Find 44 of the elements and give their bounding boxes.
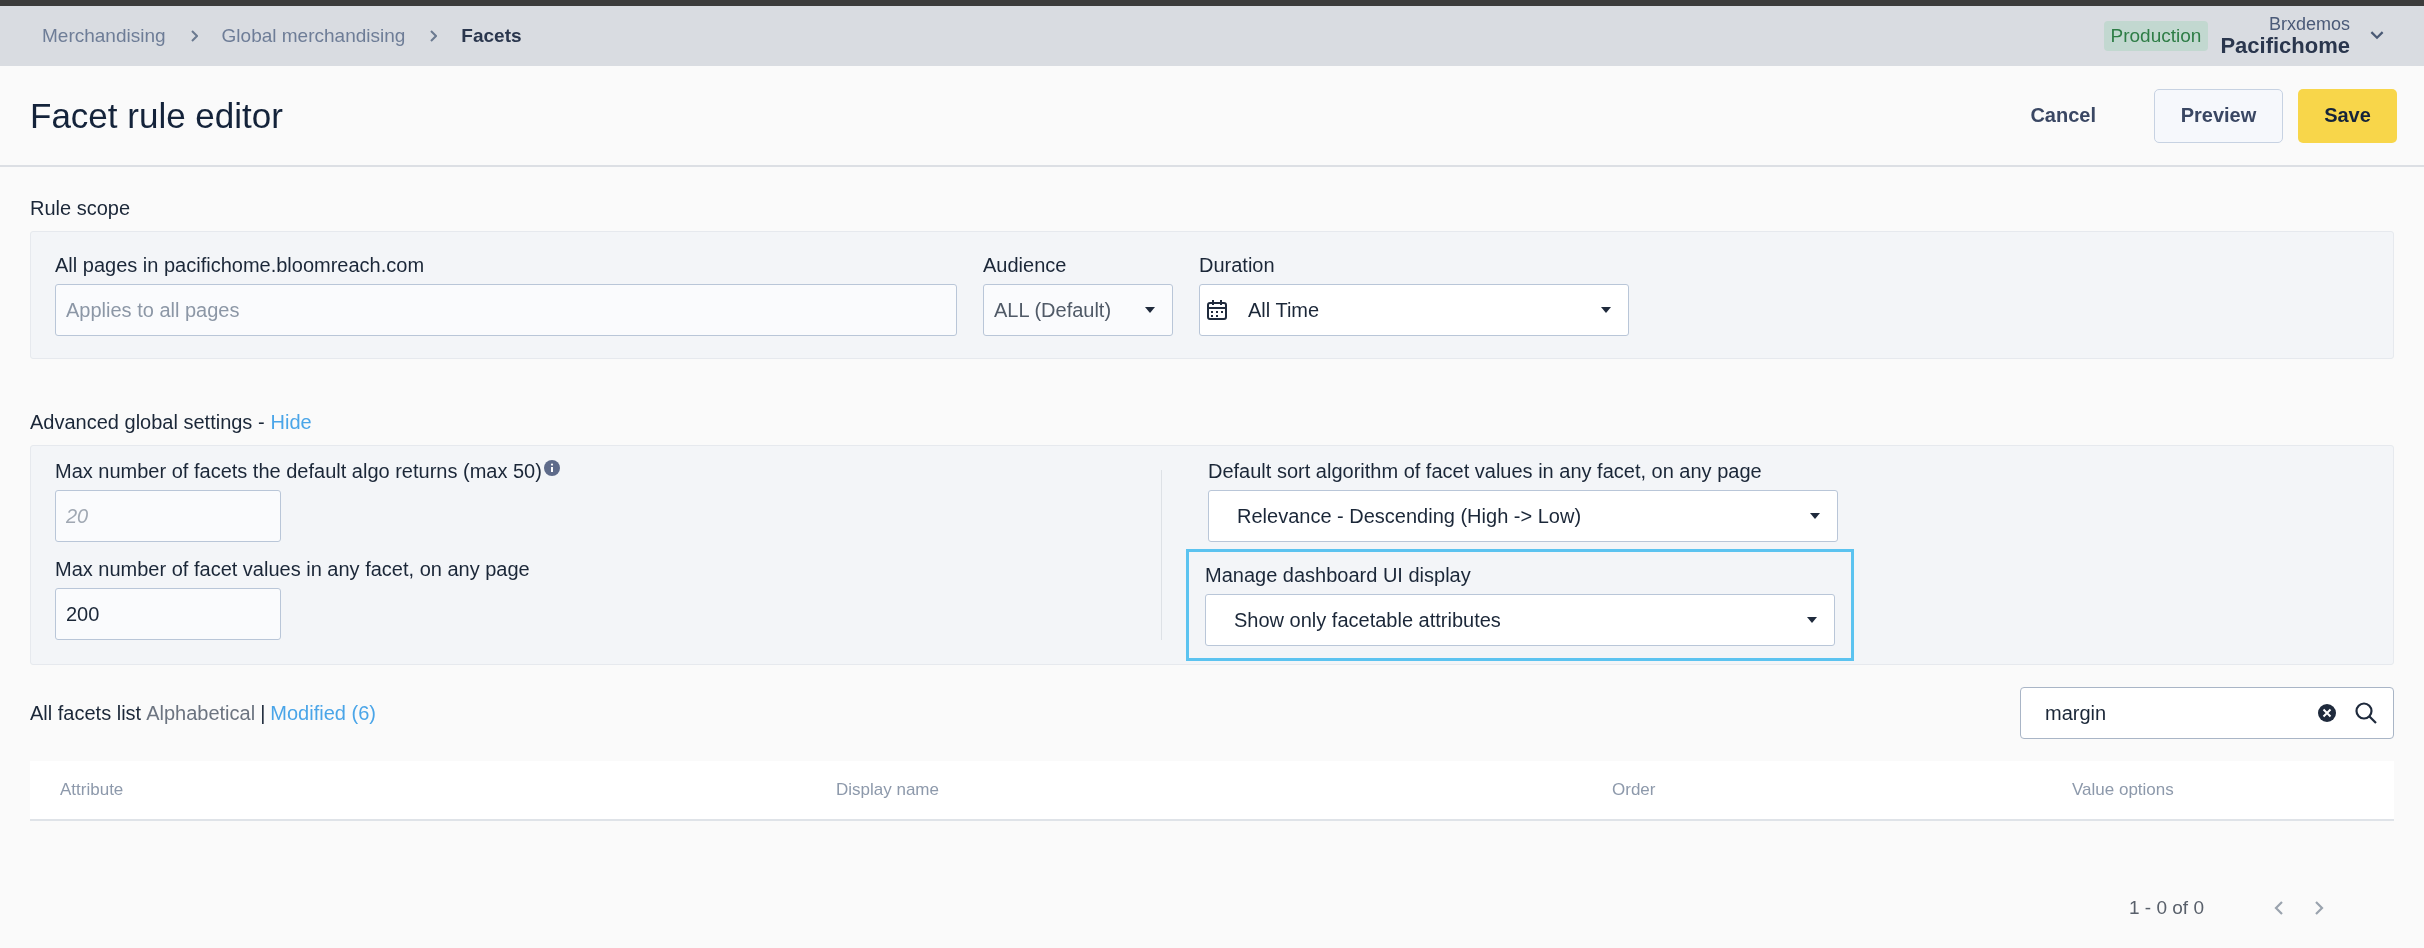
number-field[interactable]: 20 xyxy=(55,490,281,542)
text-field[interactable]: Applies to all pages xyxy=(55,284,957,336)
calendar-icon xyxy=(1206,299,1228,321)
date-dropdown[interactable]: All Time xyxy=(1199,284,1629,336)
environment-badge: Production xyxy=(2103,21,2209,51)
account-org: Brxdemos xyxy=(2268,15,2350,34)
field-label: Max number of facet values in any facet, on any page xyxy=(55,558,530,581)
caret-icon xyxy=(1809,512,1821,520)
caret-icon xyxy=(1144,306,1156,314)
separator: | xyxy=(260,701,266,725)
page-title: Facet rule editor xyxy=(30,95,283,136)
dropdown[interactable]: Show only facetable attributes xyxy=(1205,594,1835,646)
caret-icon xyxy=(1600,306,1612,314)
sort-option[interactable]: Alphabetical xyxy=(146,701,256,725)
account-site: Pacifichome xyxy=(2220,33,2350,57)
chevron-right-icon xyxy=(2314,900,2324,916)
column-header: Order xyxy=(1612,780,1657,800)
field-label: Audience xyxy=(983,254,1067,277)
clear-icon xyxy=(2318,704,2336,722)
pagination-count: 1 - 0 of 0 xyxy=(2129,897,2204,919)
preview-button[interactable]: Preview xyxy=(2154,88,2283,143)
dropdown[interactable]: Relevance - Descending (High -> Low) xyxy=(1208,490,1838,542)
chevron-down-icon xyxy=(2370,31,2384,41)
section-heading: Rule scope xyxy=(30,197,132,220)
chevron-right-icon xyxy=(189,30,198,42)
column-header: Attribute xyxy=(60,780,125,800)
dropdown[interactable]: ALL (Default) xyxy=(983,284,1173,336)
field-label: Duration xyxy=(1199,254,1275,277)
list-heading: All facets list xyxy=(30,701,142,725)
column-header: Display name xyxy=(836,780,940,800)
chevron-left-icon xyxy=(2274,900,2284,916)
column-header: Value options xyxy=(2072,780,2175,800)
search-field[interactable]: margin xyxy=(2020,687,2394,739)
cancel-button[interactable]: Cancel xyxy=(2007,88,2119,143)
chevron-right-icon xyxy=(429,30,438,42)
caret-icon xyxy=(1806,616,1818,624)
section-heading: Advanced global settings - xyxy=(30,411,265,434)
field-label: Max number of facets the default algo returns (max 50) xyxy=(55,460,542,483)
number-field[interactable]: 200 xyxy=(55,588,281,640)
search-icon xyxy=(2354,701,2378,725)
field-label: All pages in pacifichome.bloomreach.com xyxy=(55,254,425,277)
save-button[interactable]: Save xyxy=(2298,88,2397,143)
field-label: Manage dashboard UI display xyxy=(1205,564,1471,587)
field-label: Default sort algorithm of facet values in any facet, on any page xyxy=(1208,460,1762,483)
